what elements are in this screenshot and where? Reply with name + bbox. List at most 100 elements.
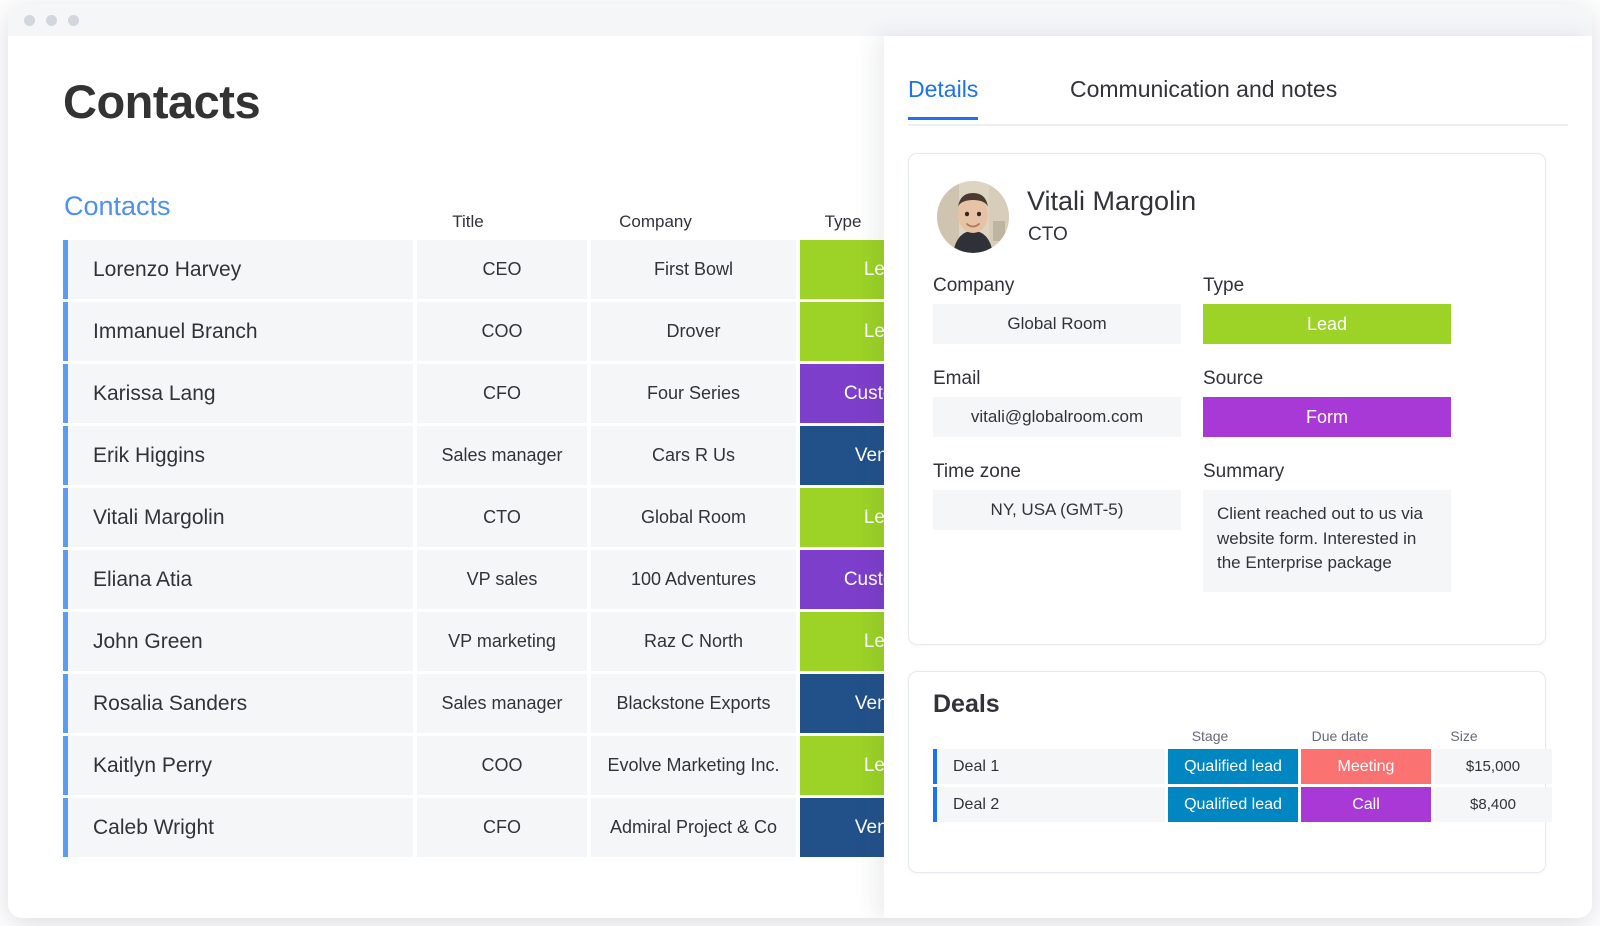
deals-column-header-name (933, 728, 1145, 744)
detail-field-value[interactable]: Lead (1203, 304, 1451, 344)
tab-details[interactable]: Details (908, 76, 979, 120)
cell-company[interactable]: Admiral Project & Co (591, 798, 796, 857)
page-title: Contacts (63, 75, 261, 128)
detail-field: Summary Client reached out to us via webs… (1203, 461, 1451, 592)
deal-row[interactable]: Deal 1 Qualified lead Meeting $15,000 (933, 749, 1552, 784)
deal-name[interactable]: Deal 1 (933, 749, 1165, 784)
cell-title[interactable]: CTO (417, 488, 587, 547)
contacts-table: Title Company Type Lorenzo Harvey CEO Firs… (63, 204, 970, 860)
deal-row[interactable]: Deal 2 Qualified lead Call $8,400 (933, 787, 1552, 822)
cell-company[interactable]: 100 Adventures (591, 550, 796, 609)
window-titlebar (8, 4, 1592, 37)
cell-title[interactable]: VP sales (417, 550, 587, 609)
avatar (937, 181, 1009, 253)
maximize-dot-icon[interactable] (68, 15, 79, 26)
cell-contact-name[interactable]: Vitali Margolin (63, 488, 413, 547)
deal-stage-status[interactable]: Qualified lead (1168, 787, 1298, 822)
cell-title[interactable]: CFO (417, 364, 587, 423)
deals-header-row: Stage Due date Size (933, 728, 1523, 744)
detail-field: Type Lead (1203, 275, 1451, 344)
detail-field-label: Email (933, 368, 981, 389)
table-row[interactable]: Vitali MargolinCTOGlobal RoomLead (63, 488, 970, 547)
contact-role: CTO (1028, 224, 1068, 245)
contact-details-panel: Details Communication and notes Vitali M… (884, 36, 1592, 918)
cell-company[interactable]: Evolve Marketing Inc. (591, 736, 796, 795)
detail-field: Company Global Room (933, 275, 1181, 344)
detail-fields: Company Global Room Email vitali@globalroom… (933, 275, 1523, 616)
contact-name: Vitali Margolin (1027, 186, 1197, 216)
detail-field-label: Type (1203, 275, 1245, 296)
deals-card: Deals Stage Due date Size Deal 1 Qualifie… (908, 671, 1552, 873)
table-row[interactable]: Kaitlyn PerryCOOEvolve Marketing Inc.Lea… (63, 736, 970, 795)
table-row[interactable]: John GreenVP marketingRaz C NorthLead (63, 612, 970, 671)
close-dot-icon[interactable] (24, 15, 35, 26)
table-row[interactable]: Rosalia Sanders Sales manager Blackstone E… (63, 674, 970, 733)
table-row[interactable]: Caleb WrightCFOAdmiral Project & CoVendo… (63, 798, 970, 857)
deal-size[interactable]: $8,400 (1434, 787, 1552, 822)
deals-body: Deal 1 Qualified lead Meeting $15,000 Deal 2… (933, 749, 1552, 825)
detail-field-value[interactable]: Client reached out to us via website for… (1203, 490, 1451, 592)
cell-title[interactable]: COO (417, 736, 587, 795)
deal-due-date-status[interactable]: Meeting (1301, 749, 1431, 784)
deals-column-header-stage: Stage (1191, 728, 1229, 744)
cell-company[interactable]: Cars R Us (591, 426, 796, 485)
detail-fields-left: Company Global Room Email vitali@globalroom… (933, 275, 1181, 616)
deal-size[interactable]: $15,000 (1434, 749, 1552, 784)
cell-company[interactable]: Blackstone Exports (591, 674, 796, 733)
cell-contact-name[interactable]: Eliana Atia (63, 550, 413, 609)
cell-contact-name[interactable]: Rosalia Sanders (63, 674, 413, 733)
app-window: Contacts Contacts Title Company Type Lor… (8, 4, 1592, 918)
table-row[interactable]: Immanuel BranchCOODroverLead (63, 302, 970, 361)
cell-title[interactable]: COO (417, 302, 587, 361)
table-body: Lorenzo HarveyCEOFirst BowlLeadImmanuel … (63, 240, 970, 857)
detail-field-label: Time zone (933, 461, 1021, 482)
cell-title[interactable]: CEO (417, 240, 587, 299)
detail-field: Time zone NY, USA (GMT-5) (933, 461, 1181, 530)
table-row[interactable]: Erik HigginsSales managerCars R UsVendor (63, 426, 970, 485)
tab-communication-and-notes[interactable]: Communication and notes (1070, 76, 1337, 117)
cell-contact-name[interactable]: Lorenzo Harvey (63, 240, 413, 299)
contacts-board: Contacts Contacts Title Company Type Lor… (8, 36, 970, 918)
cell-contact-name[interactable]: Kaitlyn Perry (63, 736, 413, 795)
deals-column-header-due-date: Due date (1311, 728, 1369, 744)
table-header-row: Title Company Type (63, 204, 963, 240)
app-root: Contacts Contacts Title Company Type Lor… (0, 0, 1600, 926)
table-row[interactable]: Lorenzo HarveyCEOFirst BowlLead (63, 240, 970, 299)
deal-due-date-status[interactable]: Call (1301, 787, 1431, 822)
cell-contact-name[interactable]: Immanuel Branch (63, 302, 413, 361)
detail-field-value[interactable]: Global Room (933, 304, 1181, 344)
column-header-title[interactable]: Title (383, 212, 553, 232)
cell-company[interactable]: First Bowl (591, 240, 796, 299)
cell-contact-name[interactable]: Karissa Lang (63, 364, 413, 423)
cell-contact-name[interactable]: Erik Higgins (63, 426, 413, 485)
cell-title[interactable]: Sales manager (417, 426, 587, 485)
table-row[interactable]: Karissa LangCFOFour SeriesCustomer (63, 364, 970, 423)
detail-fields-right: Type Lead Source Form Summary Client reached … (1203, 275, 1451, 616)
table-row[interactable]: Eliana AtiaVP sales100 AdventuresCustome… (63, 550, 970, 609)
cell-title[interactable]: Sales manager (417, 674, 587, 733)
detail-field-value[interactable]: vitali@globalroom.com (933, 397, 1181, 437)
cell-contact-name[interactable]: Caleb Wright (63, 798, 413, 857)
detail-field: Source Form (1203, 368, 1451, 437)
cell-title[interactable]: CFO (417, 798, 587, 857)
cell-contact-name[interactable]: John Green (63, 612, 413, 671)
cell-title[interactable]: VP marketing (417, 612, 587, 671)
deals-title: Deals (933, 690, 1000, 718)
cell-company[interactable]: Drover (591, 302, 796, 361)
detail-field-label: Summary (1203, 461, 1285, 482)
detail-field: Email vitali@globalroom.com (933, 368, 1181, 437)
detail-field-label: Company (933, 275, 1015, 296)
contact-photo-icon (937, 181, 1009, 253)
detail-field-value[interactable]: Form (1203, 397, 1451, 437)
minimize-dot-icon[interactable] (46, 15, 57, 26)
cell-company[interactable]: Four Series (591, 364, 796, 423)
panel-tabs: Details Communication and notes (908, 76, 1568, 126)
detail-field-label: Source (1203, 368, 1264, 389)
deal-stage-status[interactable]: Qualified lead (1168, 749, 1298, 784)
cell-company[interactable]: Global Room (591, 488, 796, 547)
deals-column-header-size: Size (1450, 728, 1478, 744)
cell-company[interactable]: Raz C North (591, 612, 796, 671)
deal-name[interactable]: Deal 2 (933, 787, 1165, 822)
column-header-company[interactable]: Company (553, 212, 758, 232)
detail-field-value[interactable]: NY, USA (GMT-5) (933, 490, 1181, 530)
